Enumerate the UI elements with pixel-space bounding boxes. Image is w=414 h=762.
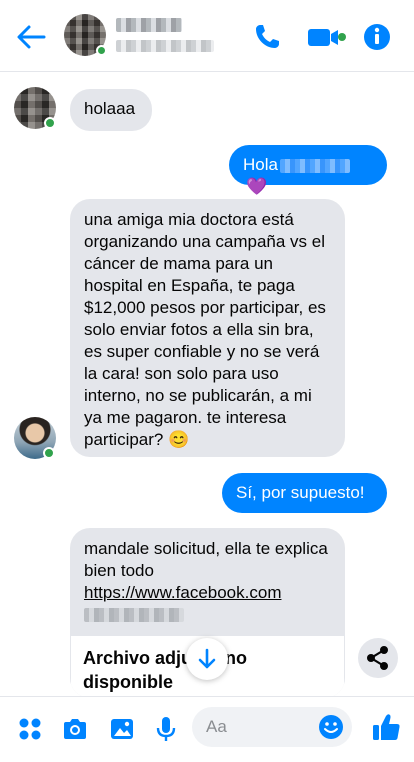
redacted-link-path <box>84 608 184 622</box>
redacted-name <box>279 158 350 173</box>
message-bubble-outgoing[interactable]: Sí, por supuesto! <box>222 473 387 513</box>
facebook-link[interactable]: https://www.facebook.com <box>84 582 334 604</box>
scroll-to-bottom-button[interactable] <box>186 638 228 680</box>
camera-icon[interactable] <box>61 715 89 743</box>
gallery-icon[interactable] <box>108 715 136 743</box>
message-bubble-outgoing[interactable]: Hola 💜 <box>229 145 387 196</box>
message-composer[interactable] <box>192 707 352 747</box>
online-indicator <box>96 45 107 56</box>
online-indicator <box>44 117 56 129</box>
message-text: Hola <box>243 155 278 174</box>
composer-bar <box>0 696 414 762</box>
message-text: mandale solicitud, ella te explica bien … <box>84 539 328 580</box>
thumbs-up-icon[interactable] <box>370 711 402 743</box>
video-camera-icon[interactable] <box>306 22 346 52</box>
purple-heart-emoji: 💜 <box>246 177 268 196</box>
emoji-icon[interactable] <box>318 714 344 740</box>
arrow-down-icon <box>198 648 216 669</box>
chat-header <box>0 0 414 72</box>
info-icon[interactable] <box>362 22 392 52</box>
apps-icon[interactable] <box>16 715 44 743</box>
online-indicator <box>43 447 55 459</box>
message-bubble-incoming[interactable]: holaaa <box>70 89 152 131</box>
back-arrow-icon[interactable] <box>14 20 48 54</box>
share-icon <box>367 646 388 670</box>
contact-name-redacted[interactable] <box>116 18 182 32</box>
contact-status-redacted <box>116 40 214 52</box>
share-button[interactable] <box>358 638 398 678</box>
message-input[interactable] <box>206 717 306 737</box>
message-bubble-incoming[interactable]: una amiga mia doctora está organizando u… <box>70 199 345 457</box>
microphone-icon[interactable] <box>152 715 180 743</box>
phone-icon[interactable] <box>252 22 282 52</box>
